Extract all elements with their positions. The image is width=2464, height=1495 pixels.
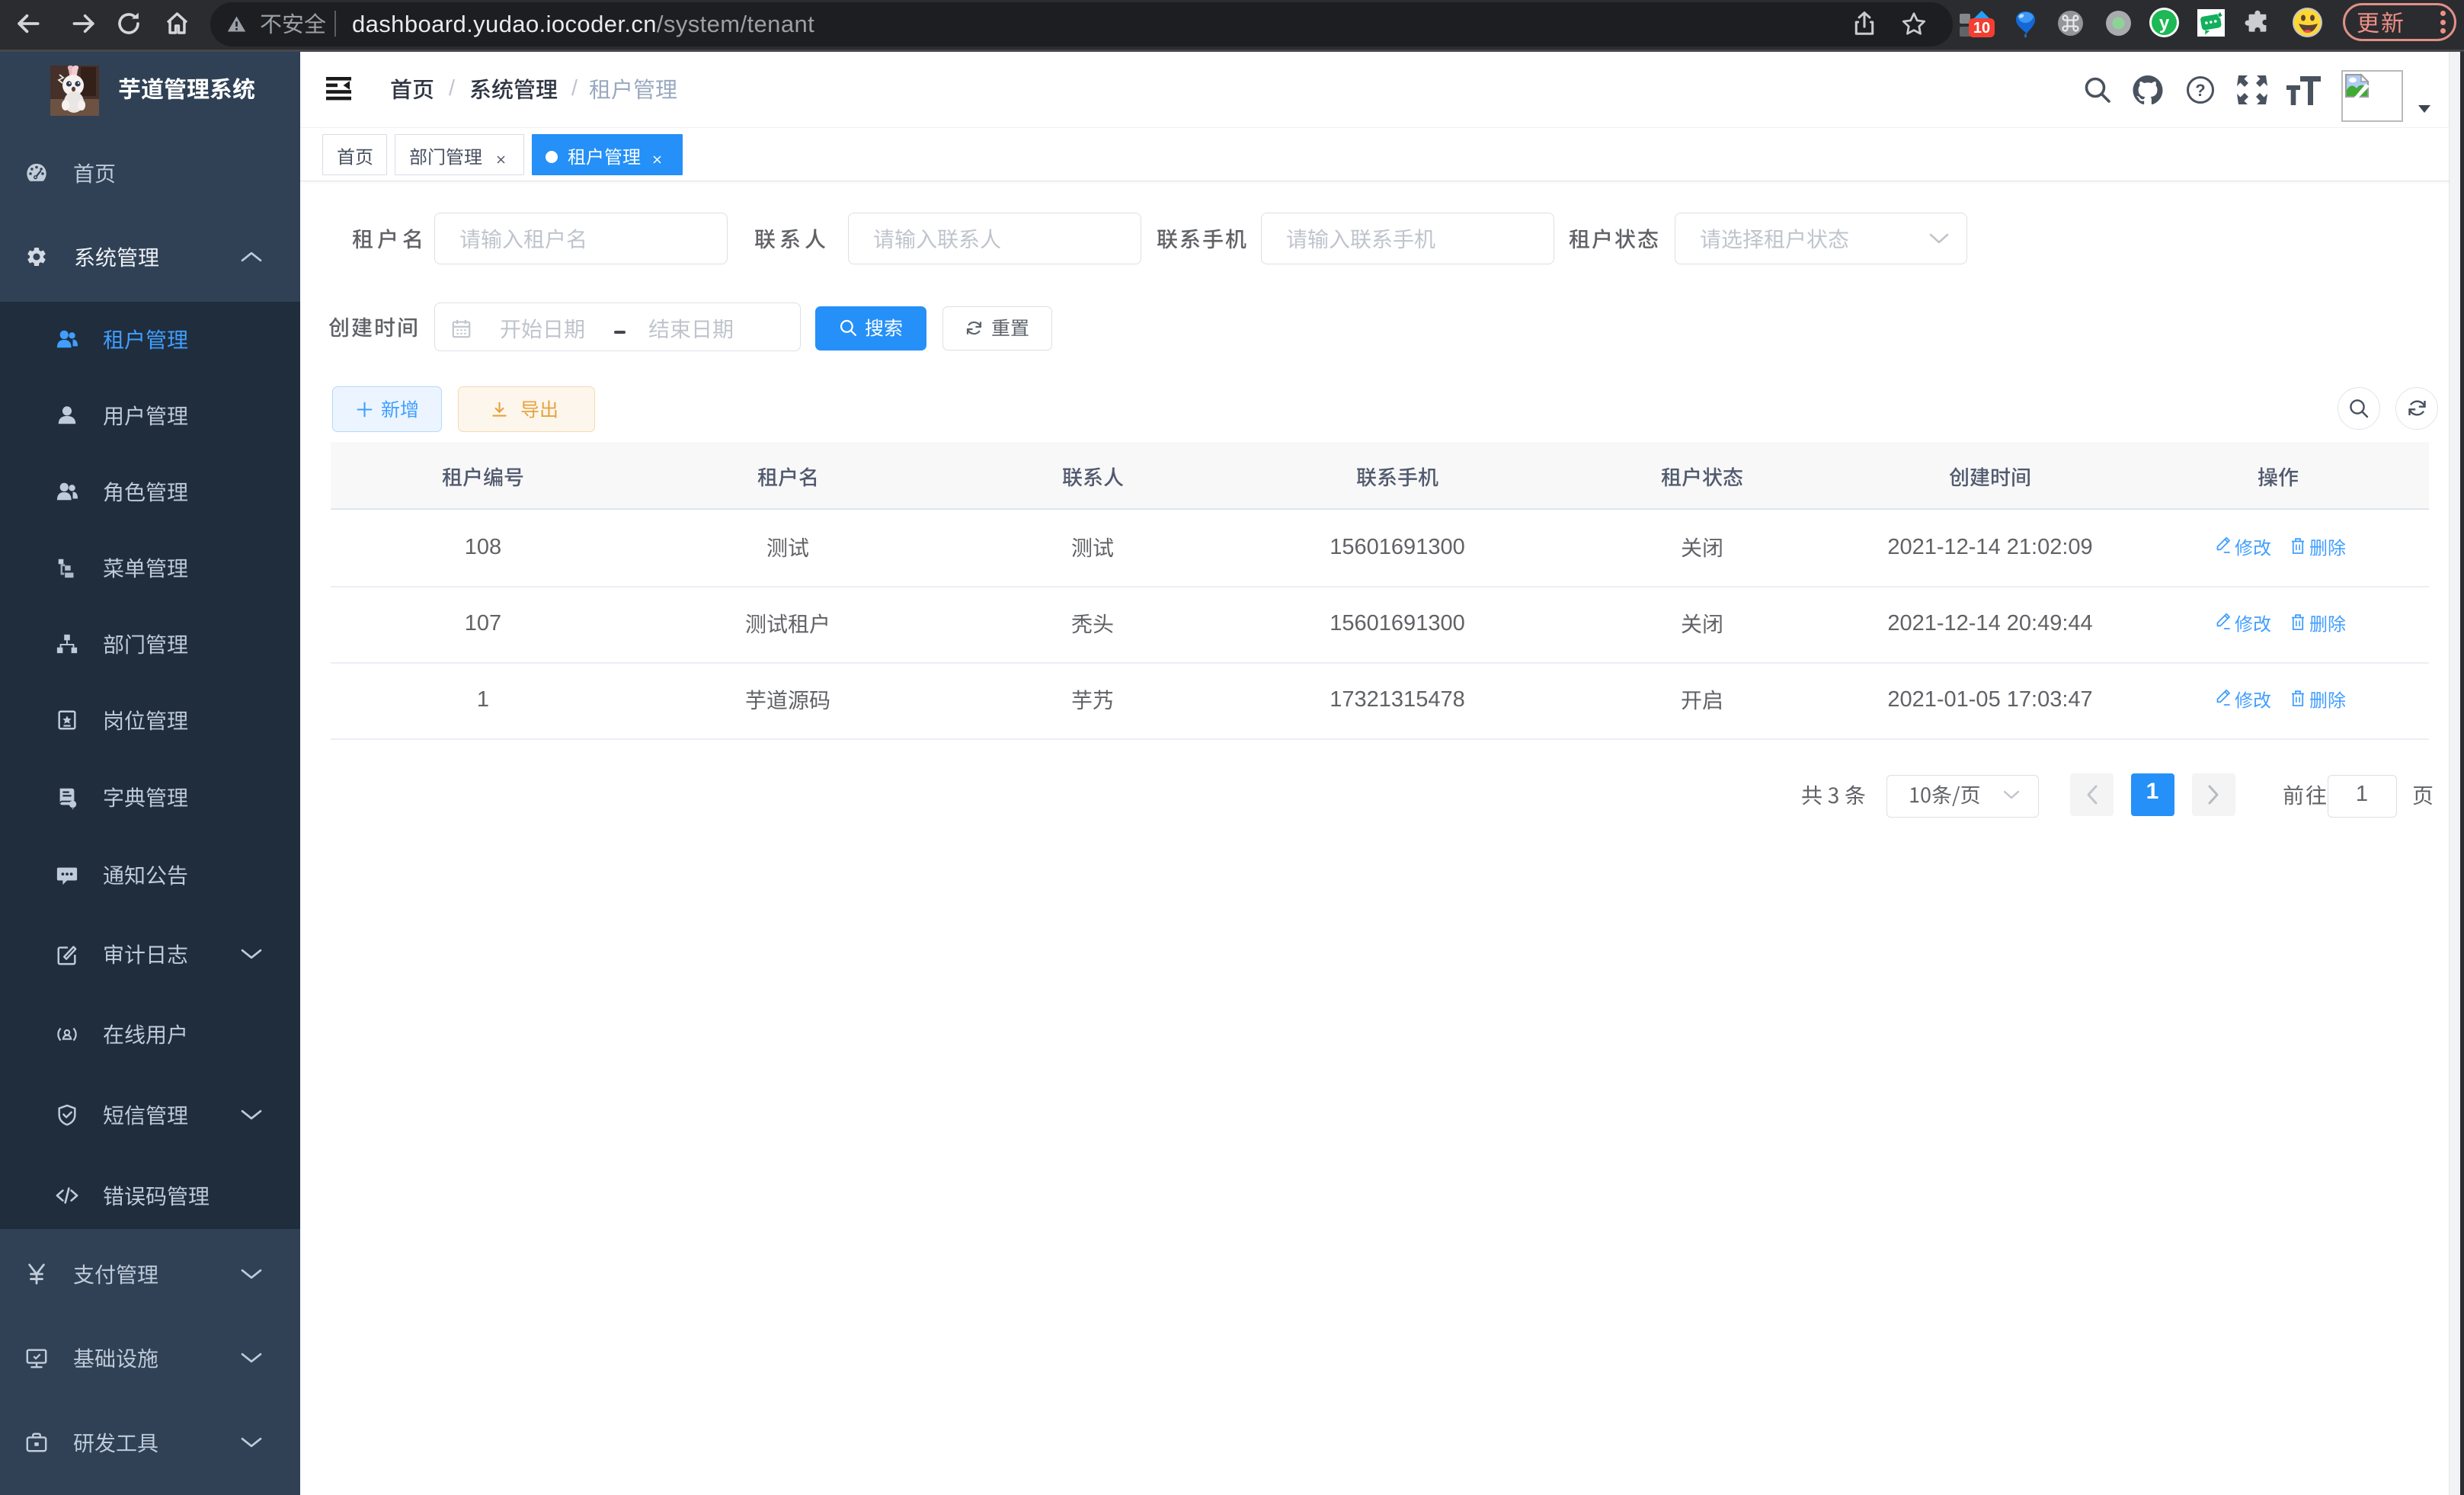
svg-text:10: 10 <box>1973 20 1990 37</box>
svg-text:y: y <box>2159 13 2170 34</box>
svg-text:?: ? <box>2195 81 2205 100</box>
